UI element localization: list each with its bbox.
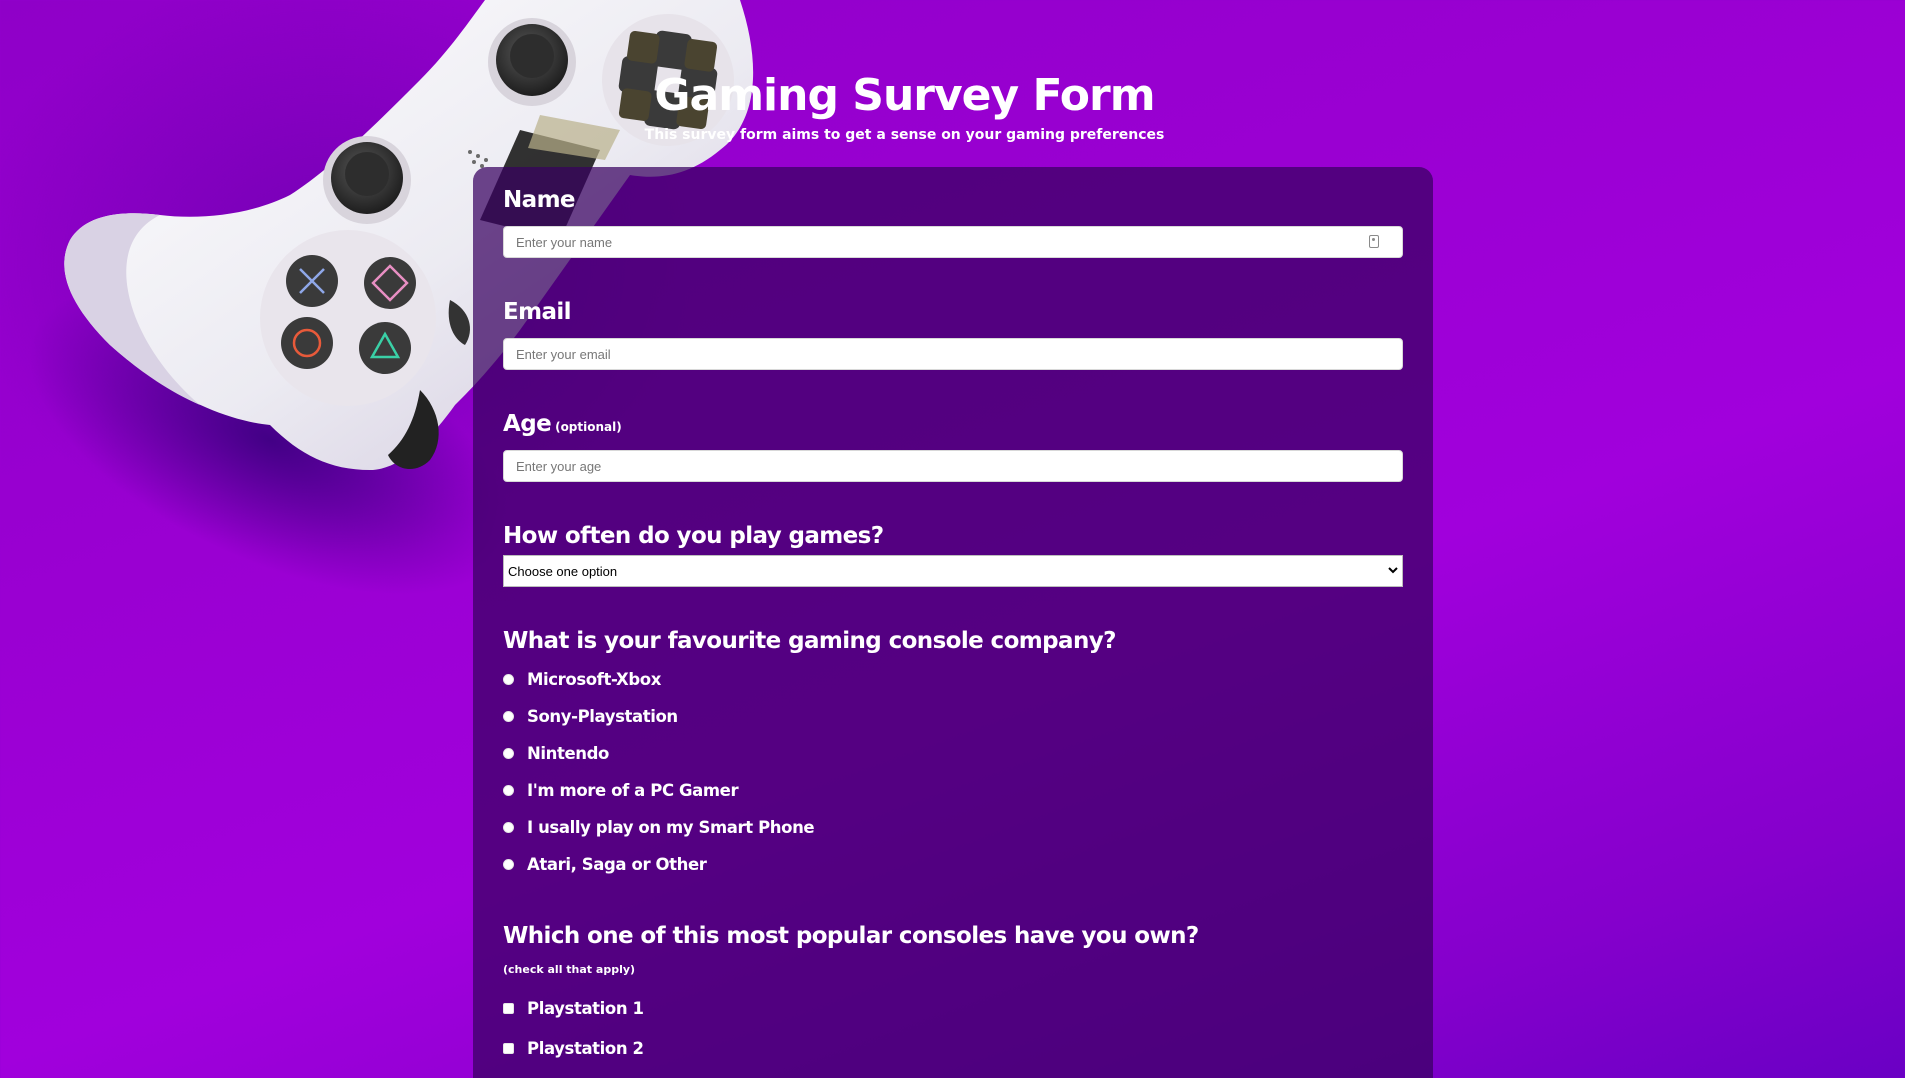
chevron-down-icon bbox=[1388, 567, 1398, 574]
radio-option-label: Nintendo bbox=[527, 743, 609, 763]
radio-option-label: I usally play on my Smart Phone bbox=[527, 817, 815, 837]
contact-card-icon[interactable] bbox=[1369, 235, 1379, 248]
console-company-label: What is your favourite gaming console co… bbox=[503, 628, 1116, 654]
radio-option-nintendo[interactable]: Nintendo bbox=[503, 740, 609, 766]
checkbox-option-ps2[interactable]: Playstation 2 bbox=[503, 1035, 644, 1061]
frequency-selected-value: Choose one option bbox=[508, 564, 618, 579]
radio-option-pc[interactable]: I'm more of a PC Gamer bbox=[503, 777, 739, 803]
radio-button[interactable] bbox=[503, 673, 514, 685]
radio-button[interactable] bbox=[503, 784, 514, 796]
radio-option-label: Microsoft-Xbox bbox=[527, 669, 661, 689]
checkbox-option-label: Playstation 1 bbox=[527, 998, 644, 1018]
checkbox[interactable] bbox=[503, 1042, 514, 1054]
page-title: Gaming Survey Form bbox=[654, 70, 1155, 121]
consoles-owned-label: Which one of this most popular consoles … bbox=[503, 923, 1199, 949]
frequency-label: How often do you play games? bbox=[503, 523, 884, 549]
radio-option-smartphone[interactable]: I usally play on my Smart Phone bbox=[503, 814, 815, 840]
checkbox[interactable] bbox=[503, 1002, 514, 1014]
radio-option-label: Sony-Playstation bbox=[527, 706, 678, 726]
age-optional-note: (optional) bbox=[555, 420, 622, 434]
radio-option-label: Atari, Saga or Other bbox=[527, 854, 707, 874]
radio-option-playstation[interactable]: Sony-Playstation bbox=[503, 703, 678, 729]
name-label: Name bbox=[503, 187, 576, 213]
checkbox-option-ps1[interactable]: Playstation 1 bbox=[503, 995, 644, 1021]
radio-button[interactable] bbox=[503, 710, 514, 722]
consoles-owned-note: (check all that apply) bbox=[503, 963, 636, 976]
survey-form: Name Email Age(optional) How often do yo… bbox=[473, 167, 1433, 1078]
radio-button[interactable] bbox=[503, 821, 514, 833]
page-description: This survey form aims to get a sense on … bbox=[644, 127, 1165, 143]
age-label: Age (optional) bbox=[503, 411, 622, 437]
name-input[interactable] bbox=[503, 226, 1403, 258]
radio-option-label: I'm more of a PC Gamer bbox=[527, 780, 739, 800]
checkbox-option-label: Playstation 2 bbox=[527, 1038, 644, 1058]
radio-option-other[interactable]: Atari, Saga or Other bbox=[503, 851, 707, 877]
radio-button[interactable] bbox=[503, 747, 514, 759]
age-label-text: Age bbox=[503, 411, 552, 437]
frequency-select[interactable]: Choose one option bbox=[503, 555, 1403, 587]
radio-option-xbox[interactable]: Microsoft-Xbox bbox=[503, 666, 661, 692]
email-label: Email bbox=[503, 299, 572, 325]
radio-button[interactable] bbox=[503, 858, 514, 870]
age-input[interactable] bbox=[503, 450, 1403, 482]
email-input[interactable] bbox=[503, 338, 1403, 370]
